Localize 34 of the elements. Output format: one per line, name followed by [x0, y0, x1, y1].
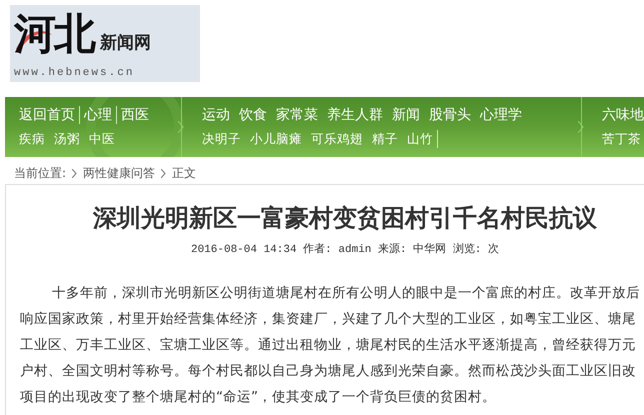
article-meta: 2016-08-04 14:34 作者: admin 来源: 中华网 浏览: 次 [190, 242, 500, 256]
article-title: 深圳光明新区一富豪村变贫困村引千名村民抗议 [92, 202, 598, 234]
nav-link[interactable]: 小儿脑瘫 [250, 130, 311, 148]
nav-link[interactable]: 心理 [84, 106, 117, 124]
logo-name: 新闻网 [100, 33, 151, 53]
paragraph-line: 响应国家政策，村里开始经营集体经济，集资建厂，兴建了几个大型的工业区，如粤宝工业区、塘尾 [20, 310, 637, 329]
nav-link[interactable]: 运动 [202, 106, 239, 124]
paragraph-line: 工业区、万丰工业区、宝塘工业区等。通过出租物业，塘尾村民的生活水平逐渐提高，曾经获得万元 [20, 336, 637, 355]
nav-link[interactable]: 六味地 [602, 106, 644, 124]
nav-link[interactable]: 股骨头 [429, 106, 480, 124]
breadcrumb-label: 当前位置: [14, 165, 66, 182]
nav-link[interactable]: 西医 [121, 106, 158, 124]
nav-link[interactable]: 决明子 [202, 130, 250, 148]
nav-link[interactable]: 家常菜 [276, 106, 327, 124]
nav-link[interactable]: 精子 [372, 130, 407, 148]
breadcrumb-link[interactable]: 正文 [172, 165, 196, 182]
chevron-icon [72, 169, 78, 178]
nav-link[interactable]: 疾病 [19, 130, 54, 148]
nav-link[interactable]: 汤粥 [54, 130, 89, 148]
nav-link[interactable]: 可乐鸡翅 [311, 130, 372, 148]
paragraph-line: 十多年前，深圳市光明新区公明街道塘尾村在所有公明人的眼中是一个富庶的村庄。改革开放后 [51, 284, 641, 303]
paragraph-line: 项目的出现改变了整个塘尾村的“命运”，使其变成了一个背负巨债的贫困村。 [20, 388, 498, 407]
nav-link[interactable]: 苦丁茶 [602, 130, 644, 148]
nav-link[interactable]: 养生人群 [327, 106, 392, 124]
nav-link[interactable]: 饮食 [239, 106, 276, 124]
nav-link[interactable]: 新闻 [392, 106, 429, 124]
nav-link[interactable]: 中医 [89, 130, 124, 148]
nav-link[interactable]: 心理学 [480, 106, 531, 124]
nav-link[interactable]: 山竹 [407, 130, 438, 148]
breadcrumb-link[interactable]: 两性健康问答 [83, 165, 156, 182]
paragraph-line: 户村、全国文明村等称号。每个村民都以自己身为塘尾人感到光荣自豪。然而松茂沙头面工业区旧改 [20, 362, 637, 381]
logo-url: www.hebnews.cn [14, 67, 136, 80]
chevron-icon [161, 169, 166, 178]
nav-link[interactable]: 返回首页 [19, 106, 80, 124]
